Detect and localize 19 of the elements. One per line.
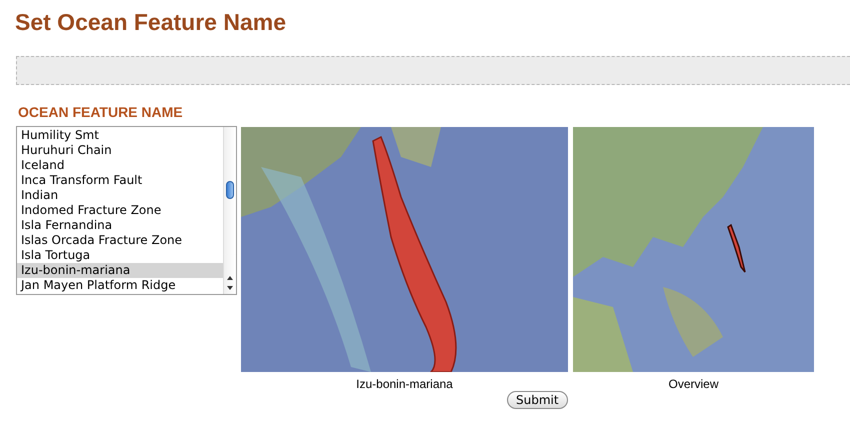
- map-caption: Izu-bonin-mariana: [356, 377, 453, 391]
- list-option[interactable]: Huruhuri Chain: [17, 143, 223, 158]
- list-option[interactable]: Indomed Fracture Zone: [17, 203, 223, 218]
- list-option[interactable]: Inca Transform Fault: [17, 173, 223, 188]
- list-option[interactable]: Izu-bonin-mariana: [17, 263, 223, 278]
- scrollbar-thumb[interactable]: [226, 181, 234, 199]
- list-option[interactable]: Humility Smt: [17, 128, 223, 143]
- section-heading: OCEAN FEATURE NAME: [18, 104, 184, 120]
- list-option[interactable]: Islas Orcada Fracture Zone: [17, 233, 223, 248]
- list-option[interactable]: Isla Tortuga: [17, 248, 223, 263]
- feature-listbox[interactable]: Humility Smt Huruhuri Chain Iceland Inca Transform Fault Indian Indomed Fracture Zone Isla Fernandina Islas Orcada Fracture Zone Isla Tortuga Izu-bonin-mariana Jan Mayen Platform Ridge: [16, 126, 237, 295]
- map-caption: Overview: [668, 377, 718, 391]
- list-option[interactable]: Jan Mayen Platform Ridge: [17, 278, 223, 293]
- list-option[interactable]: Iceland: [17, 158, 223, 173]
- list-option[interactable]: Indian: [17, 188, 223, 203]
- scrollbar[interactable]: [223, 127, 236, 294]
- list-option[interactable]: Isla Fernandina: [17, 218, 223, 233]
- submit-button[interactable]: Submit: [507, 391, 568, 409]
- page-title: Set Ocean Feature Name: [15, 9, 288, 35]
